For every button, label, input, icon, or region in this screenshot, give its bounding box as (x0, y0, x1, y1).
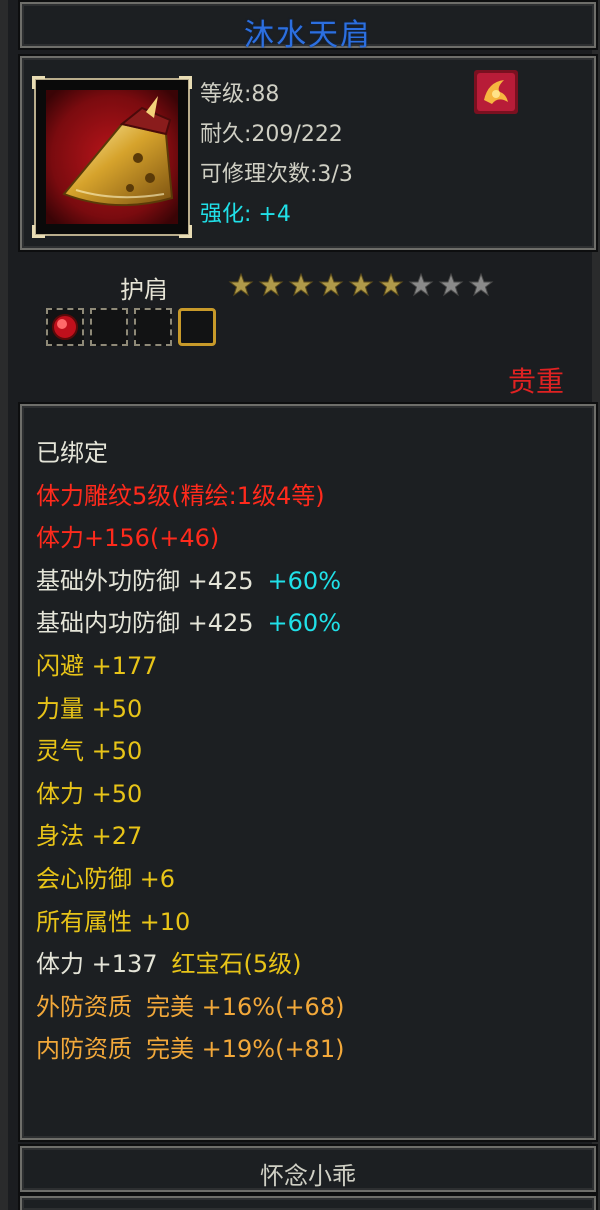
attribute-text: 红宝石(5级) (171, 950, 302, 979)
enhance-badge-icon[interactable] (474, 70, 518, 114)
attribute-text: 灵气 +50 (36, 737, 143, 766)
attribute-text: 体力+156(+46) (36, 524, 220, 553)
slot-corner (32, 76, 45, 89)
attribute-text: 内防资质 (36, 1035, 132, 1064)
slot-corner (179, 225, 192, 238)
attribute-text: 完美 +16%(+68) (146, 992, 345, 1021)
star-icon (468, 272, 494, 297)
attribute-row: 内防资质 完美 +19%(+81) (36, 1028, 344, 1071)
owner-bar: 怀念小乖 (20, 1146, 596, 1192)
enhance-label: 强化: (200, 202, 252, 227)
item-name: 沐水天肩 (244, 18, 372, 53)
attribute-row: 体力 +137 红宝石(5级) (36, 943, 344, 986)
attribute-text: 外防资质 (36, 992, 132, 1021)
attribute-text: +60% (267, 609, 341, 638)
rarity-label: 贵重 (507, 365, 564, 398)
attribute-text: 力量 +50 (36, 694, 143, 723)
item-slot[interactable] (32, 76, 192, 238)
socket-empty[interactable] (134, 308, 172, 346)
durability-stat: 耐久:209/222 (200, 122, 343, 147)
attribute-row: 灵气 +50 (36, 730, 344, 773)
star-icon (378, 272, 404, 297)
item-tooltip: 沐水天肩 等级:88 耐久:209/222 可修理次数:3/3 强化: +4 护… (0, 0, 600, 1210)
attribute-row: 已绑定 (36, 432, 344, 475)
bottom-edge (20, 1196, 596, 1210)
attribute-row: 体力 +50 (36, 773, 344, 816)
star-icon (348, 272, 374, 297)
star-icon (408, 272, 434, 297)
star-icon (318, 272, 344, 297)
attribute-row: 基础内功防御 +425 +60% (36, 602, 344, 645)
attribute-list: 已绑定体力雕纹5级(精绘:1级4等) 体力+156(+46) 基础外功防御 +425… (36, 432, 344, 1071)
attribute-text: 基础内功防御 +425 (36, 609, 254, 638)
type-panel: 护肩 贵重 (20, 258, 596, 398)
title-bar: 沐水天肩 (20, 2, 596, 53)
socket-gold[interactable] (178, 308, 216, 346)
slot-corner (32, 225, 45, 238)
attribute-row: 外防资质 完美 +16%(+68) (36, 986, 344, 1029)
star-icon (438, 272, 464, 297)
attribute-row: 体力雕纹5级(精绘:1级4等) (36, 475, 344, 518)
star-icon (288, 272, 314, 297)
enhance-value: +4 (258, 202, 291, 227)
attribute-text: 已绑定 (36, 439, 108, 467)
attribute-text: 体力雕纹5级(精绘:1级4等) (36, 481, 325, 510)
attribute-row: 力量 +50 (36, 688, 344, 731)
attribute-row: 会心防御 +6 (36, 858, 344, 901)
attributes-panel: 已绑定体力雕纹5级(精绘:1级4等) 体力+156(+46) 基础外功防御 +425… (20, 404, 596, 1140)
slot-corner (179, 76, 192, 89)
attribute-text: 体力 +137 (36, 950, 158, 979)
level-stat: 等级:88 (200, 82, 280, 107)
star-rating (228, 272, 494, 298)
info-panel: 等级:88 耐久:209/222 可修理次数:3/3 强化: +4 (20, 56, 596, 250)
star-icon (228, 272, 254, 297)
attribute-row: 所有属性 +10 (36, 901, 344, 944)
socket-ruby[interactable] (46, 308, 84, 346)
enhance-stat: 强化: +4 (200, 196, 291, 228)
attribute-text: 基础外功防御 +425 (36, 566, 254, 595)
socket-row (46, 308, 216, 346)
attribute-row: 身法 +27 (36, 815, 344, 858)
attribute-text: 身法 +27 (36, 822, 143, 851)
socket-empty[interactable] (90, 308, 128, 346)
repair-stat: 可修理次数:3/3 (200, 162, 353, 187)
attribute-text: 体力 +50 (36, 779, 143, 808)
attribute-text: 闪避 +177 (36, 651, 158, 680)
owner-name: 怀念小乖 (260, 1162, 356, 1190)
attribute-row: 闪避 +177 (36, 645, 344, 688)
attribute-text: +60% (267, 566, 341, 595)
attribute-text: 所有属性 +10 (36, 907, 191, 936)
attribute-text: 会心防御 +6 (36, 864, 176, 893)
attribute-text: 完美 +19%(+81) (146, 1035, 345, 1064)
item-type: 护肩 (120, 276, 168, 304)
star-icon (258, 272, 284, 297)
attribute-row: 基础外功防御 +425 +60% (36, 560, 344, 603)
shoulder-armor-icon (46, 90, 178, 224)
attribute-row: 体力+156(+46) (36, 517, 344, 560)
ruby-gem-icon (52, 314, 78, 340)
